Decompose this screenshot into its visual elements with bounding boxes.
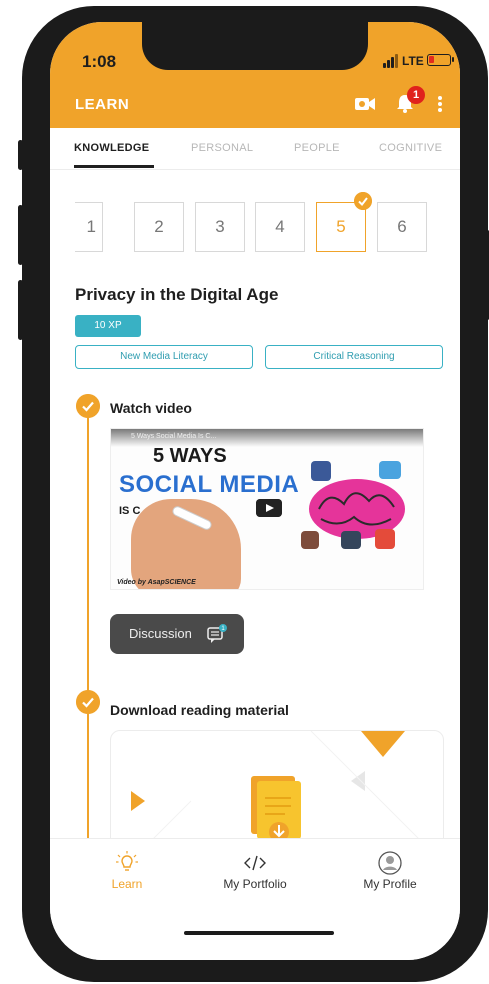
battery-tip xyxy=(452,57,454,62)
bottom-navigation: Learn My Portfolio My Profile xyxy=(50,838,460,960)
step-5[interactable]: 5 xyxy=(316,202,366,252)
reading-material-card[interactable] xyxy=(110,730,444,838)
signal-icon xyxy=(383,54,399,68)
battery-icon xyxy=(427,54,451,66)
section-completed-check-icon xyxy=(76,394,100,418)
nav-my-profile[interactable]: My Profile xyxy=(335,851,445,891)
timeline-line xyxy=(87,398,89,838)
notification-badge: 1 xyxy=(407,86,425,104)
category-tabs: KNOWLEDGE PERSONAL PEOPLE COGNITIVE xyxy=(50,128,460,170)
section-title-download-reading: Download reading material xyxy=(110,702,289,718)
nav-label: My Profile xyxy=(363,877,417,891)
discussion-label: Discussion xyxy=(129,626,192,641)
lesson-title: Privacy in the Digital Age xyxy=(75,285,279,304)
step-1[interactable]: 1 xyxy=(75,202,103,252)
step-2[interactable]: 2 xyxy=(134,202,184,252)
code-icon xyxy=(244,855,266,871)
app-header: 1:08 LTE LEARN 1 xyxy=(50,22,460,128)
notch xyxy=(142,22,368,70)
page-title: LEARN xyxy=(75,96,130,113)
step-4[interactable]: 4 xyxy=(255,202,305,252)
step-6[interactable]: 6 xyxy=(377,202,427,252)
volume-up-button xyxy=(18,205,23,265)
phone-screen: 1:08 LTE LEARN 1 KNOWLEDGE PERSONAL PEOP… xyxy=(50,22,460,960)
mute-switch xyxy=(18,140,23,170)
step-completed-check-icon xyxy=(354,192,372,210)
tab-knowledge[interactable]: KNOWLEDGE xyxy=(74,142,149,154)
tab-people[interactable]: PEOPLE xyxy=(294,142,340,154)
home-indicator[interactable] xyxy=(184,931,334,935)
video-headline: 5 WAYS xyxy=(153,445,227,467)
skill-tag-new-media-literacy[interactable]: New Media Literacy xyxy=(75,345,253,369)
skill-tag-critical-reasoning[interactable]: Critical Reasoning xyxy=(265,345,443,369)
xp-badge: 10 XP xyxy=(75,315,141,337)
nav-learn[interactable]: Learn xyxy=(72,851,182,891)
nav-label: My Portfolio xyxy=(223,877,287,891)
video-credit: Video by AsapSCIENCE xyxy=(117,579,196,586)
status-time: 1:08 xyxy=(82,52,117,71)
chat-icon: 1 xyxy=(207,624,227,643)
nav-my-portfolio[interactable]: My Portfolio xyxy=(200,851,310,891)
document-download-icon[interactable] xyxy=(251,776,307,838)
play-icon[interactable] xyxy=(256,499,282,517)
section-completed-check-icon xyxy=(76,690,100,714)
nav-label: Learn xyxy=(111,877,143,891)
video-camera-icon[interactable] xyxy=(355,97,375,111)
tab-cognitive[interactable]: COGNITIVE xyxy=(379,142,442,154)
volume-down-button xyxy=(18,280,23,340)
lightbulb-icon xyxy=(116,851,138,871)
video-title: 5 Ways Social Media Is C... xyxy=(131,433,217,440)
lesson-content: 1 2 3 4 5 6 Privacy in the Digital Age 1… xyxy=(50,170,460,838)
video-player[interactable]: 5 Ways Social Media Is C... 5 WAYS SOCIA… xyxy=(110,428,424,590)
brain-illustration xyxy=(301,461,405,549)
profile-icon xyxy=(378,851,402,875)
more-options-icon[interactable] xyxy=(438,96,442,112)
network-type: LTE xyxy=(402,54,424,68)
active-tab-indicator xyxy=(74,165,154,168)
step-3[interactable]: 3 xyxy=(195,202,245,252)
section-title-watch-video: Watch video xyxy=(110,400,192,416)
video-headline: SOCIAL MEDIA xyxy=(119,471,300,498)
discussion-button[interactable]: Discussion 1 xyxy=(110,614,244,654)
tab-personal[interactable]: PERSONAL xyxy=(191,142,253,154)
